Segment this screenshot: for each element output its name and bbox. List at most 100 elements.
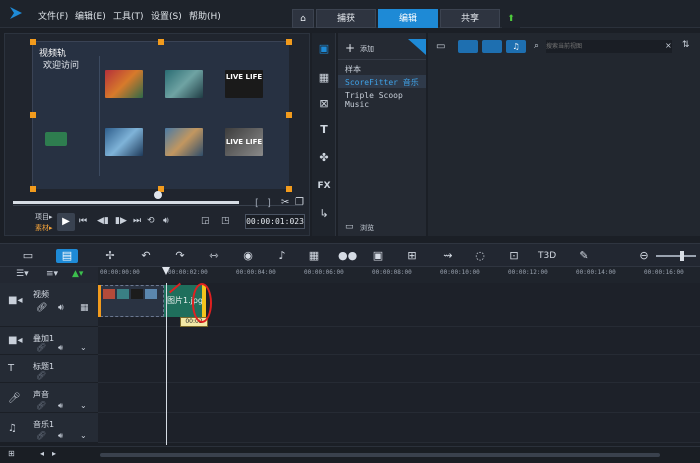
timecode-display[interactable]: 00:00:01:023 [245, 214, 305, 229]
tree-item-scorefitter[interactable]: ScoreFitter 音乐 [345, 77, 419, 88]
auto-music-icon[interactable]: ▦ [306, 249, 322, 263]
playhead-line[interactable] [166, 283, 167, 445]
video-clip[interactable] [100, 285, 164, 317]
resize-handle[interactable] [286, 112, 292, 118]
menu-edit[interactable]: 编辑(E) [75, 9, 106, 22]
mark-out-button[interactable]: ] [267, 198, 271, 209]
mark-in-button[interactable]: [ [255, 198, 259, 209]
link-icon[interactable]: 🔗︎ [36, 343, 46, 352]
add-icon[interactable]: + [345, 41, 355, 55]
ripple-icon[interactable]: ▦ [80, 303, 89, 313]
folder-icon[interactable]: ▭ [436, 41, 445, 52]
copy-icon[interactable]: ❐ [295, 197, 304, 208]
zoom-slider[interactable] [656, 255, 696, 257]
sound-mixer-icon[interactable]: ♪ [274, 249, 290, 263]
timeline-view-icon[interactable]: ▤ [56, 249, 78, 263]
tab-share[interactable]: 共享 [440, 9, 500, 28]
horizontal-scrollbar[interactable] [100, 453, 660, 457]
zoom-out-icon[interactable]: ⊖ [638, 249, 650, 263]
pin-icon[interactable] [408, 39, 426, 55]
resize-handle[interactable] [158, 39, 164, 45]
track-lane-video[interactable]: 图片1.jpg 00:02 [98, 282, 700, 327]
sort-icon[interactable]: ⇅ [682, 40, 690, 50]
mute-icon[interactable]: 🔊︎ [58, 343, 63, 353]
fit-icon[interactable]: ⇿ [206, 249, 222, 263]
track-lane-voice[interactable] [98, 383, 700, 413]
painting-icon[interactable]: ✎ [576, 249, 592, 263]
chapter-icon[interactable]: ≡▾ [46, 269, 58, 279]
resize-handle[interactable] [30, 112, 36, 118]
tools-icon[interactable]: ✢ [102, 249, 118, 263]
tree-item-samples[interactable]: 样本 [345, 64, 361, 75]
menu-settings[interactable]: 设置(S) [151, 9, 182, 22]
volume-icon[interactable]: 🔊︎ [163, 216, 169, 226]
add-marker-icon[interactable]: ▲▾ [72, 269, 83, 279]
next-frame-icon[interactable]: ▮▶ [115, 216, 127, 226]
go-to-end-icon[interactable]: ⏭ [133, 216, 141, 226]
undo-icon[interactable]: ↶ [138, 249, 154, 263]
mute-icon[interactable]: 🔊︎ [58, 431, 63, 441]
graphics-icon[interactable]: ✤ [316, 151, 332, 165]
trim-handle[interactable] [98, 285, 101, 317]
scrubber-bar[interactable] [13, 201, 239, 204]
resize-handle[interactable] [30, 186, 36, 192]
mask-icon[interactable]: ◌ [472, 249, 488, 263]
expand-icon[interactable]: ⌄ [80, 431, 87, 440]
storyboard-view-icon[interactable]: ▭ [18, 249, 38, 263]
multi-camera-icon[interactable]: ⊞ [404, 249, 420, 263]
subtitle-icon[interactable]: ▣ [370, 249, 386, 263]
aspect-ratio-icon[interactable]: ◲ [201, 216, 210, 226]
resize-handle[interactable] [30, 39, 36, 45]
go-to-start-icon[interactable]: ⏮ [79, 216, 87, 226]
filter-audio-icon[interactable]: ♫ [506, 40, 526, 53]
preview-stage[interactable]: 视频轨 欢迎访问 LIVE LIFE LIVE LIFE [30, 39, 292, 192]
record-icon[interactable]: ◉ [240, 249, 256, 263]
expand-tracks-icon[interactable]: ⊞ [8, 449, 15, 458]
scroll-left-icon[interactable]: ◂ [40, 449, 44, 458]
link-icon[interactable]: 🔗︎ [36, 401, 46, 410]
filter-image-icon[interactable] [482, 40, 502, 53]
track-lane-music[interactable] [98, 413, 700, 443]
menu-tools[interactable]: 工具(T) [113, 9, 144, 22]
expand-icon[interactable]: ⌄ [80, 343, 87, 352]
menu-help[interactable]: 帮助(H) [189, 9, 221, 22]
resize-handle[interactable] [286, 39, 292, 45]
track-manager-icon[interactable]: ☰▾ [16, 269, 29, 279]
media-icon[interactable]: ▣ [316, 42, 332, 56]
browse-icon[interactable]: ▭ [345, 222, 354, 232]
title-icon[interactable]: T [316, 123, 332, 137]
speed-icon[interactable]: ⇝ [440, 249, 456, 263]
path-icon[interactable]: ↳ [316, 207, 332, 221]
repeat-icon[interactable]: ⟲ [147, 216, 155, 226]
motion-tracking-icon[interactable]: ●● [338, 249, 357, 263]
crop-icon[interactable]: ⊡ [506, 249, 522, 263]
instant-project-icon[interactable]: ▦ [316, 71, 332, 85]
track-lane-title[interactable] [98, 355, 700, 383]
mode-clip[interactable]: 素材▸ [35, 223, 53, 233]
link-icon[interactable]: 🔗︎ [36, 303, 47, 313]
tab-capture[interactable]: 捕获 [316, 9, 376, 28]
tab-edit[interactable]: 编辑 [378, 9, 438, 28]
home-icon[interactable]: ⌂ [292, 9, 314, 28]
upload-arrow-icon[interactable]: ⬆ [502, 9, 520, 28]
mode-project[interactable]: 项目▸ [35, 212, 53, 222]
mute-icon[interactable]: 🔊︎ [58, 303, 64, 313]
resolution-icon[interactable]: ◳ [221, 216, 230, 226]
mute-icon[interactable]: 🔊︎ [58, 401, 63, 411]
resize-handle[interactable] [286, 186, 292, 192]
fx-icon[interactable]: FX [316, 179, 332, 193]
search-input[interactable] [546, 40, 672, 53]
link-icon[interactable]: 🔗︎ [36, 431, 46, 440]
play-icon[interactable]: ▶ [57, 213, 75, 231]
clear-search-icon[interactable]: × [665, 41, 672, 50]
browse-label[interactable]: 浏览 [360, 223, 374, 233]
scrubber-handle[interactable] [154, 191, 162, 199]
filter-video-icon[interactable] [458, 40, 478, 53]
track-lane-overlay[interactable] [98, 327, 700, 355]
link-icon[interactable]: 🔗︎ [36, 371, 46, 380]
add-label[interactable]: 添加 [360, 44, 374, 54]
scissors-icon[interactable]: ✂ [281, 197, 289, 208]
previous-frame-icon[interactable]: ◀▮ [97, 216, 109, 226]
timeline-ruler[interactable]: 00:00:00:00 00:00:02:00 00:00:04:00 00:0… [98, 267, 700, 283]
transition-icon[interactable]: ⊠ [316, 97, 332, 111]
